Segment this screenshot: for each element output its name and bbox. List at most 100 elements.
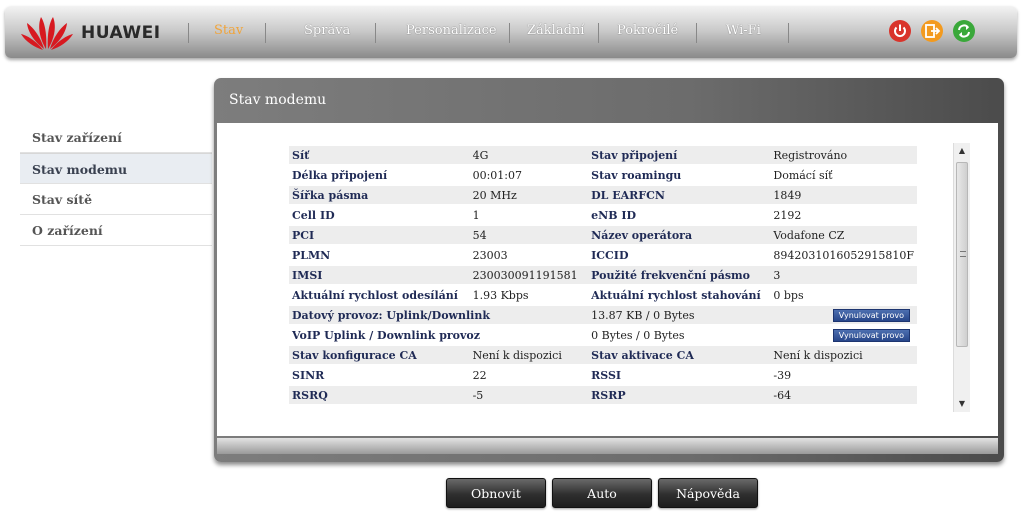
- brand-name: HUAWEI: [81, 23, 161, 43]
- voip-traffic-row: VoIP Uplink / Downlink provoz 0 Bytes / 0…: [289, 326, 917, 344]
- row-label: Aktuální rychlost odesílání: [289, 286, 470, 304]
- row-label: Stav konfigurace CA: [289, 346, 470, 364]
- row-value: 8942031016052915810F: [770, 246, 917, 264]
- row-label: PCI: [289, 226, 470, 244]
- clipped-table-row: [289, 406, 917, 412]
- nav-item-wifi[interactable]: Wi-Fi: [726, 23, 761, 38]
- row-label: ICCID: [588, 246, 771, 264]
- nav-item-pokrocile[interactable]: Pokročilé: [617, 23, 678, 38]
- top-navigation-bar: HUAWEI Stav Správa Personalizace Základn…: [5, 6, 1017, 58]
- logout-icon[interactable]: [921, 20, 943, 42]
- row-value: 230030091191581: [469, 266, 589, 284]
- table-row: Cell ID 1 eNB ID 2192: [289, 206, 917, 224]
- status-table: Síť 4G Stav připojení Registrováno Délka při…: [289, 144, 917, 414]
- sidebar-item-stav-site[interactable]: Stav sítě: [20, 184, 212, 215]
- table-row: RSRQ -5 RSRP -64: [289, 386, 917, 404]
- sidebar-item-stav-modemu[interactable]: Stav modemu: [20, 153, 212, 184]
- table-row: Aktuální rychlost odesílání 1.93 Kbps Aktu…: [289, 286, 917, 304]
- scroll-thumb[interactable]: [956, 162, 968, 347]
- data-traffic-label: Datový provoz: Uplink/Downlink: [289, 306, 589, 324]
- huawei-logo: HUAWEI: [19, 13, 169, 51]
- row-label: Název operátora: [588, 226, 771, 244]
- clipped-cell: [770, 406, 917, 412]
- nav-separator: [788, 23, 789, 43]
- row-label: SINR: [289, 366, 470, 384]
- table-row: Šířka pásma 20 MHz DL EARFCN 1849: [289, 186, 917, 204]
- refresh-button[interactable]: Obnovit: [446, 478, 546, 508]
- row-value: 23003: [469, 246, 589, 264]
- row-value: 20 MHz: [469, 186, 589, 204]
- data-traffic-value-cell: 13.87 KB / 0 Bytes Vynulovat provo: [588, 306, 917, 324]
- table-row: IMSI 230030091191581 Použité frekvenční pá…: [289, 266, 917, 284]
- row-label: Délka připojení: [289, 166, 470, 184]
- nav-item-personalizace[interactable]: Personalizace: [406, 23, 497, 38]
- row-label: eNB ID: [588, 206, 771, 224]
- row-value: Není k dispozici: [770, 346, 917, 364]
- row-value: 1: [469, 206, 589, 224]
- data-traffic-reset-button[interactable]: Vynulovat provo: [832, 308, 910, 322]
- sidebar: Stav zařízení Stav modemu Stav sítě O za…: [20, 122, 212, 246]
- scroll-down-arrow-icon[interactable]: ▼: [954, 396, 970, 412]
- data-traffic-value: 13.87 KB / 0 Bytes: [591, 308, 695, 322]
- row-value: 54: [469, 226, 589, 244]
- row-value: -64: [770, 386, 917, 404]
- nav-separator: [509, 23, 510, 43]
- scrollbar[interactable]: ▲ ▼: [953, 143, 970, 412]
- help-button[interactable]: Nápověda: [658, 478, 758, 508]
- row-value: 22: [469, 366, 589, 384]
- voip-traffic-value-cell: 0 Bytes / 0 Bytes Vynulovat provo: [588, 326, 917, 344]
- nav-separator: [598, 23, 599, 43]
- clipped-cell: [470, 406, 589, 412]
- power-icon[interactable]: [889, 20, 911, 42]
- auto-button[interactable]: Auto: [552, 478, 652, 508]
- row-label: IMSI: [289, 266, 470, 284]
- table-row: Síť 4G Stav připojení Registrováno: [289, 146, 917, 164]
- nav-item-sprava[interactable]: Správa: [304, 23, 350, 38]
- nav-separator: [188, 23, 189, 43]
- voip-traffic-reset-button[interactable]: Vynulovat provo: [832, 328, 910, 342]
- row-label: PLMN: [289, 246, 470, 264]
- nav-separator: [696, 23, 697, 43]
- row-value: -39: [770, 366, 917, 384]
- huawei-petal-logo-icon: [21, 17, 73, 50]
- row-label: Šířka pásma: [289, 186, 470, 204]
- voip-traffic-label: VoIP Uplink / Downlink provoz: [289, 326, 589, 344]
- row-label: DL EARFCN: [588, 186, 771, 204]
- row-label: Stav roamingu: [588, 166, 771, 184]
- nav-item-stav[interactable]: Stav: [214, 23, 243, 38]
- table-row: SINR 22 RSSI -39: [289, 366, 917, 384]
- row-label: Stav aktivace CA: [588, 346, 771, 364]
- row-label: Cell ID: [289, 206, 470, 224]
- sidebar-item-stav-zarizeni[interactable]: Stav zařízení: [20, 122, 212, 153]
- row-label: RSSI: [588, 366, 771, 384]
- row-value: Domácí síť: [770, 166, 917, 184]
- nav-item-zakladni[interactable]: Základní: [527, 23, 584, 38]
- row-value: 00:01:07: [469, 166, 589, 184]
- panel-title: Stav modemu: [229, 92, 327, 108]
- data-traffic-row: Datový provoz: Uplink/Downlink 13.87 KB /…: [289, 306, 917, 324]
- row-value: 4G: [469, 146, 589, 164]
- voip-traffic-value: 0 Bytes / 0 Bytes: [591, 328, 685, 342]
- refresh-icon[interactable]: [953, 20, 975, 42]
- scroll-up-arrow-icon[interactable]: ▲: [954, 143, 970, 159]
- row-value: -5: [469, 386, 589, 404]
- row-label: Aktuální rychlost stahování: [588, 286, 771, 304]
- row-value: 1849: [770, 186, 917, 204]
- panel-content: Síť 4G Stav připojení Registrováno Délka při…: [217, 123, 998, 436]
- clipped-cell: [289, 406, 470, 412]
- clipped-cell: [588, 406, 770, 412]
- table-row: PLMN 23003 ICCID 8942031016052915810F: [289, 246, 917, 264]
- scroll-grip-icon: [960, 251, 966, 257]
- nav-separator: [265, 23, 266, 43]
- sidebar-item-o-zarizeni[interactable]: O zařízení: [20, 215, 212, 246]
- table-row: PCI 54 Název operátora Vodafone CZ: [289, 226, 917, 244]
- row-value: 0 bps: [770, 286, 917, 304]
- row-value: Není k dispozici: [469, 346, 589, 364]
- row-value: 2192: [770, 206, 917, 224]
- nav-separator: [375, 23, 376, 43]
- row-value: 3: [770, 266, 917, 284]
- row-value: 1.93 Kbps: [469, 286, 589, 304]
- row-label: Síť: [289, 146, 470, 164]
- panel-footer: [217, 438, 998, 454]
- table-row: Stav konfigurace CA Není k dispozici Stav …: [289, 346, 917, 364]
